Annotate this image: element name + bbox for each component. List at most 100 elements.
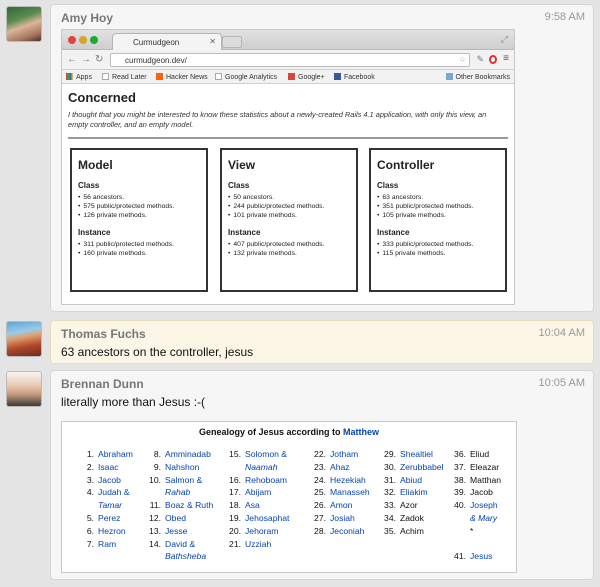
divider <box>68 137 508 139</box>
genealogy-link[interactable]: Amminadab <box>165 449 211 459</box>
genealogy-link[interactable]: Rahab <box>165 487 190 497</box>
genealogy-number: 6. <box>86 525 94 536</box>
avatar-thomas-fuchs[interactable] <box>6 321 42 357</box>
genealogy-number: 14. <box>149 538 161 549</box>
genealogy-number: 31. <box>384 474 396 485</box>
genealogy-link[interactable]: Judah & <box>98 487 130 497</box>
genealogy-link[interactable]: Jehosaphat <box>245 513 289 523</box>
bookmark-label: Hacker News <box>166 74 208 81</box>
genealogy-row: 32. Eliakim <box>382 486 443 499</box>
bookmark-facebook: Facebook <box>334 73 375 81</box>
genealogy-row: 22. Jotham <box>312 448 370 461</box>
url-field: curmudgeon.dev/ ☆ <box>110 53 470 67</box>
genealogy-row: 6. Hezron <box>80 525 133 538</box>
bookmark-google-analytics: Google Analytics <box>215 73 277 81</box>
genealogy-number: 1. <box>86 449 94 459</box>
genealogy-link[interactable]: Abijam <box>245 487 271 497</box>
genealogy-number: 34. <box>384 512 396 523</box>
genealogy-row: 17. Abijam <box>227 486 289 499</box>
genealogy-row: 21. Uzziah <box>227 538 289 551</box>
genealogy-number: 26. <box>314 500 326 511</box>
box-title: View <box>228 158 256 172</box>
genealogy-row: 34. Zadok <box>382 512 443 525</box>
avatar-amy-hoy[interactable] <box>6 6 42 42</box>
genealogy-link[interactable]: Bathsheba <box>165 551 206 561</box>
genealogy-link[interactable]: Isaac <box>98 462 119 472</box>
browser-url-bar: ← → ↻ curmudgeon.dev/ ☆ ✎ ≡ <box>62 50 514 70</box>
opera-icon <box>489 55 497 64</box>
genealogy-link[interactable]: Boaz & Ruth <box>165 500 213 510</box>
genealogy-link[interactable]: Salmon & <box>165 475 202 485</box>
stat-item: 50 ancestors. <box>228 193 350 202</box>
author-name[interactable]: Thomas Fuchs <box>61 327 146 341</box>
genealogy-column: 22. Jotham 23. Ahaz 24. Hezekiah 25. Manasseh 26… <box>312 448 370 538</box>
genealogy-link[interactable]: Hezron <box>98 526 126 536</box>
genealogy-row: 30. Zerubbabel <box>382 461 443 474</box>
genealogy-column: 36. Eliud 37. Eleazar 38. Matthan 39. Jacob 40. J… <box>452 448 501 563</box>
stat-item: 244 public/protected methods. <box>228 202 350 211</box>
bookmark-label: Google+ <box>298 74 325 81</box>
genealogy-row: Naamah <box>227 461 289 474</box>
genealogy-link[interactable]: Obed <box>165 513 186 523</box>
genealogy-link[interactable]: Jesus <box>470 551 492 561</box>
genealogy-row: 37. Eleazar <box>452 461 501 474</box>
genealogy-link[interactable]: Tamar <box>98 500 122 510</box>
genealogy-link[interactable]: Ram <box>98 539 116 549</box>
genealogy-link[interactable]: Manasseh <box>330 487 370 497</box>
close-dot-icon <box>68 36 76 44</box>
genealogy-column: 1. Abraham 2. Isaac 3. Jacob 4. Judah & Tamar 5. P… <box>80 448 133 550</box>
genealogy-row: 25. Manasseh <box>312 486 370 499</box>
genealogy-link[interactable]: Josiah <box>330 513 355 523</box>
author-name[interactable]: Amy Hoy <box>61 11 113 25</box>
genealogy-link[interactable]: Rehoboam <box>245 475 287 485</box>
genealogy-link[interactable]: Abraham <box>98 449 133 459</box>
genealogy-number: 13. <box>149 525 161 536</box>
genealogy-row: Tamar <box>80 499 133 512</box>
bookmark-hacker-news: Hacker News <box>156 73 208 81</box>
genealogy-number: 39. <box>454 487 466 498</box>
genealogy-link[interactable]: Zerubbabel <box>400 462 443 472</box>
genealogy-link[interactable]: David & <box>165 539 195 549</box>
genealogy-link[interactable]: Jesse <box>165 526 187 536</box>
genealogy-name: Eliud <box>470 449 490 459</box>
genealogy-link[interactable]: Perez <box>98 513 120 523</box>
avatar-brennan-dunn[interactable] <box>6 371 42 407</box>
genealogy-row: 1. Abraham <box>80 448 133 461</box>
genealogy-link[interactable]: Ahaz <box>330 462 350 472</box>
genealogy-number: 22. <box>314 449 326 459</box>
genealogy-number: 5. <box>86 512 94 523</box>
genealogy-link[interactable]: Solomon & <box>245 449 287 459</box>
analytics-icon <box>215 73 222 80</box>
genealogy-link[interactable]: & Mary <box>470 513 497 523</box>
box-title: Controller <box>377 158 435 172</box>
genealogy-number: 2. <box>86 461 94 472</box>
genealogy-link[interactable]: Eliakim <box>400 487 428 497</box>
author-name[interactable]: Brennan Dunn <box>61 377 144 391</box>
genealogy-row: 13. Jesse <box>147 525 213 538</box>
genealogy-link[interactable]: Joseph <box>470 500 498 510</box>
genealogy-column: 29. Shealtiel 30. Zerubbabel 31. Abiud 32. Elia… <box>382 448 443 538</box>
genealogy-image[interactable]: Genealogy of Jesus according to Matthew … <box>61 421 517 573</box>
genealogy-link[interactable]: Naamah <box>245 462 277 472</box>
matthew-link[interactable]: Matthew <box>343 427 379 437</box>
genealogy-link[interactable]: Hezekiah <box>330 475 366 485</box>
genealogy-number: 38. <box>454 474 466 485</box>
genealogy-link[interactable]: Abiud <box>400 475 422 485</box>
genealogy-link[interactable]: Jacob <box>98 475 121 485</box>
genealogy-link[interactable]: Shealtiel <box>400 449 433 459</box>
genealogy-link[interactable]: Nahshon <box>165 462 199 472</box>
title-text: Genealogy of Jesus according to <box>198 427 341 437</box>
genealogy-link[interactable]: Jotham <box>330 449 358 459</box>
stat-item: 311 public/protected methods. <box>78 240 200 249</box>
genealogy-link[interactable]: Amon <box>330 500 352 510</box>
genealogy-link[interactable]: Asa <box>245 500 260 510</box>
genealogy-row: 27. Josiah <box>312 512 370 525</box>
genealogy-link[interactable]: Jeconiah <box>330 526 364 536</box>
browser-screenshot[interactable]: Curmudgeon ✕ ⤢ ← → ↻ curmudgeon.dev/ ☆ ✎ … <box>61 29 515 305</box>
genealogy-row: 9. Nahshon <box>147 461 213 474</box>
stat-item: 333 public/protected methods. <box>377 240 499 249</box>
genealogy-number: 32. <box>384 487 396 498</box>
genealogy-link[interactable]: Uzziah <box>245 539 271 549</box>
genealogy-link[interactable]: Jehoram <box>245 526 278 536</box>
stat-item: 101 private methods. <box>228 211 350 220</box>
